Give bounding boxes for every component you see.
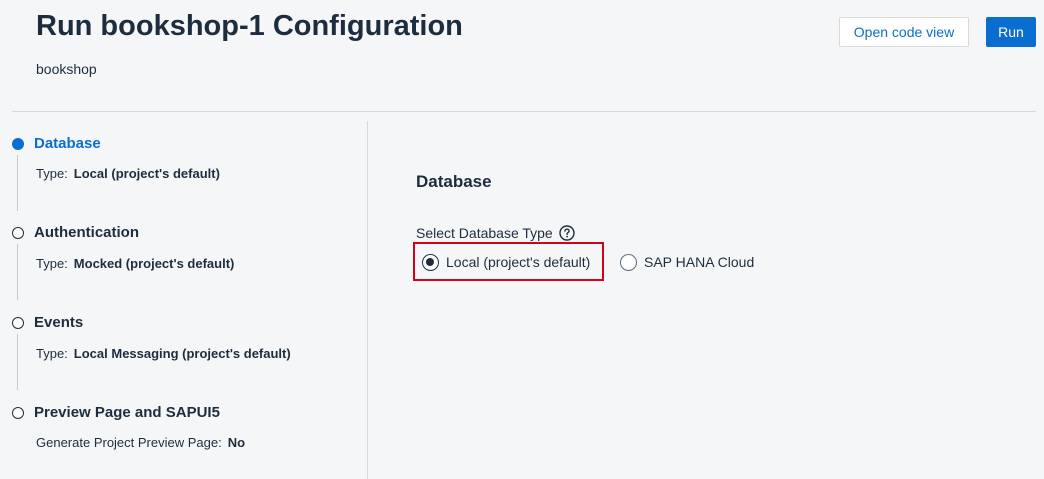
step-active-dot-icon — [12, 138, 24, 150]
step-connector — [17, 244, 18, 300]
sidebar-step-authentication[interactable]: Authentication Type: Mocked (project's de… — [12, 222, 357, 310]
question-circle-icon[interactable] — [559, 225, 575, 241]
step-detail-value: Local Messaging (project's default) — [73, 346, 291, 361]
step-connector — [17, 155, 18, 211]
header-divider — [12, 111, 1036, 112]
radio-unchecked-icon[interactable] — [620, 253, 637, 271]
step-inactive-dot-icon — [12, 227, 24, 239]
step-detail-value: No — [227, 435, 246, 450]
step-title[interactable]: Events — [34, 312, 83, 334]
sidebar-step-events[interactable]: Events Type: Local Messaging (project's d… — [12, 312, 357, 400]
run-button[interactable]: Run — [986, 17, 1036, 47]
page-title: Run bookshop-1 Configuration — [36, 10, 463, 42]
sidebar-divider — [367, 121, 368, 479]
section-title: Database — [416, 172, 492, 191]
step-title[interactable]: Preview Page and SAPUI5 — [34, 402, 220, 424]
sidebar-step-preview-page[interactable]: Preview Page and SAPUI5 Generate Project… — [12, 402, 357, 462]
radio-label: Local (project's default) — [446, 254, 591, 270]
step-title[interactable]: Database — [34, 133, 101, 155]
step-detail: Type: Mocked (project's default) — [36, 255, 234, 273]
database-type-label: Select Database Type — [416, 224, 575, 242]
step-detail: Generate Project Preview Page: No — [36, 434, 245, 452]
radio-local[interactable]: Local (project's default) — [422, 252, 590, 272]
step-detail: Type: Local (project's default) — [36, 165, 220, 183]
radio-sap-hana-cloud[interactable]: SAP HANA Cloud — [620, 252, 754, 272]
open-code-view-button[interactable]: Open code view — [839, 17, 969, 47]
step-detail-value: Mocked (project's default) — [73, 256, 235, 271]
step-detail-label: Generate Project Preview Page: — [36, 435, 222, 450]
step-title[interactable]: Authentication — [34, 222, 139, 244]
step-connector — [17, 334, 18, 390]
step-inactive-dot-icon — [12, 317, 24, 329]
step-detail-label: Type: — [36, 166, 68, 181]
radio-label: SAP HANA Cloud — [644, 254, 755, 270]
field-label-text: Select Database Type — [416, 225, 553, 241]
sidebar-step-database[interactable]: Database Type: Local (project's default) — [12, 133, 357, 221]
step-detail-label: Type: — [36, 256, 68, 271]
step-detail-value: Local (project's default) — [73, 166, 220, 181]
step-detail: Type: Local Messaging (project's default) — [36, 345, 291, 363]
radio-checked-icon[interactable] — [422, 253, 439, 271]
project-name: bookshop — [36, 61, 97, 77]
step-detail-label: Type: — [36, 346, 68, 361]
step-inactive-dot-icon — [12, 407, 24, 419]
